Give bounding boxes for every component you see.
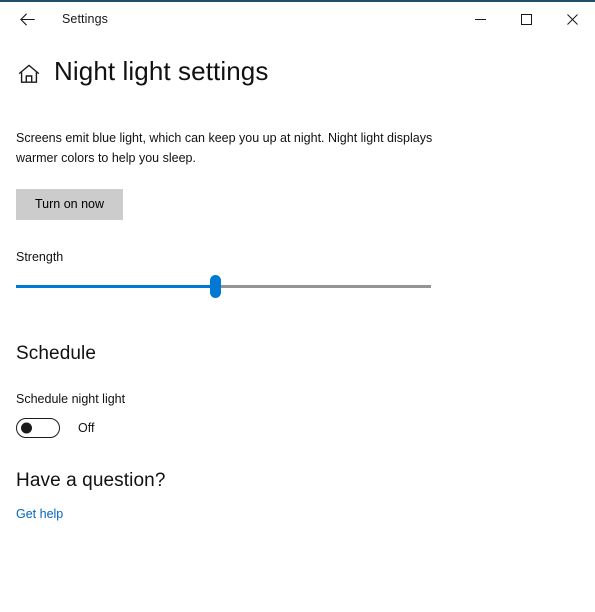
slider-fill-track: [16, 285, 215, 288]
back-button[interactable]: [8, 2, 46, 36]
maximize-icon: [520, 13, 532, 25]
window-title: Settings: [62, 12, 108, 26]
page-header: Night light settings: [16, 56, 268, 87]
minimize-button[interactable]: [457, 2, 503, 36]
home-icon[interactable]: [16, 61, 42, 87]
schedule-toggle-row: Off: [16, 417, 94, 439]
close-icon: [566, 13, 578, 25]
title-bar: Settings: [0, 2, 595, 36]
window-controls: [457, 2, 595, 36]
toggle-knob: [21, 422, 32, 434]
close-button[interactable]: [549, 2, 595, 36]
slider-remaining-track: [215, 285, 431, 288]
strength-label: Strength: [16, 250, 64, 264]
schedule-heading: Schedule: [16, 343, 97, 364]
back-arrow-icon: [19, 12, 35, 26]
page-description: Screens emit blue light, which can keep …: [16, 131, 433, 165]
slider-thumb[interactable]: [209, 275, 221, 298]
schedule-night-light-toggle[interactable]: [16, 418, 60, 438]
maximize-button[interactable]: [503, 2, 549, 36]
get-help-link[interactable]: Get help: [16, 507, 63, 521]
have-a-question-heading: Have a question?: [16, 470, 166, 491]
turn-on-now-button[interactable]: Turn on now: [16, 189, 123, 220]
page-title: Night light settings: [54, 56, 269, 86]
toggle-state-label: Off: [78, 421, 95, 435]
minimize-icon: [474, 18, 486, 20]
home-icon-glyph: [18, 63, 40, 83]
schedule-night-light-label: Schedule night light: [16, 392, 126, 406]
settings-page-content: Night light settings Screens emit blue l…: [0, 36, 595, 612]
strength-slider[interactable]: [16, 274, 431, 300]
